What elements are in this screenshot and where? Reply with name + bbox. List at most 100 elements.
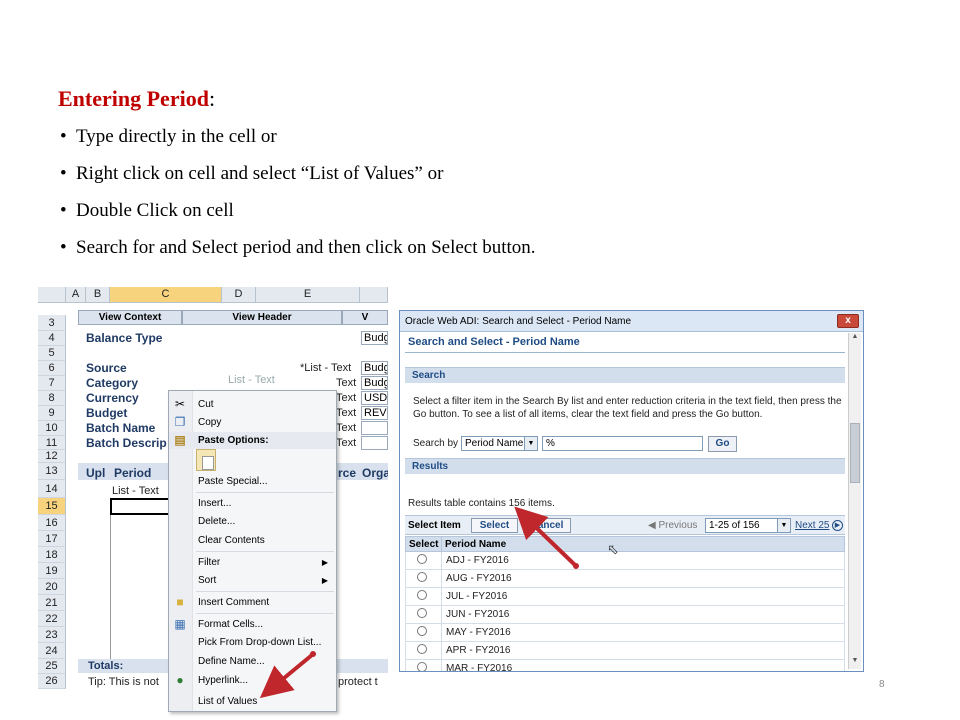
menu-item-define-name[interactable]: Define Name... [169, 653, 336, 670]
category-text-fragment: Text [336, 377, 357, 389]
value-source[interactable]: Budg [361, 361, 388, 375]
label-batch-name: Batch Name [86, 421, 156, 435]
next-link[interactable]: Next 25 [795, 520, 829, 531]
row-radio-button[interactable] [417, 590, 427, 600]
menu-item-cut[interactable]: ✂ Cut [169, 396, 336, 413]
row-radio-button[interactable] [417, 644, 427, 654]
menu-item-filter[interactable]: Filter ▶ [169, 554, 336, 571]
view-context-bar[interactable]: View Context [78, 310, 182, 325]
select-cell [405, 641, 442, 660]
scroll-down-icon[interactable]: ▼ [849, 657, 861, 669]
value-currency[interactable]: USD [361, 391, 388, 405]
row-header[interactable]: 14 [38, 480, 66, 498]
column-header-b[interactable]: B [86, 287, 110, 303]
menu-item-insert[interactable]: Insert... [169, 495, 336, 512]
row-header[interactable]: 10 [38, 421, 66, 436]
menu-item-format-cells[interactable]: ▦ Format Cells... [169, 616, 336, 633]
row-radio-button[interactable] [417, 626, 427, 636]
row-header[interactable]: 21 [38, 595, 66, 611]
go-button[interactable]: Go [708, 436, 737, 452]
table-row[interactable]: JUL - FY2016 [405, 587, 845, 606]
row-header[interactable]: 17 [38, 531, 66, 547]
value-batch-description[interactable] [361, 436, 388, 450]
column-header-c[interactable]: C [110, 287, 222, 303]
column-header-next[interactable] [360, 287, 388, 303]
heading-colon: : [208, 86, 216, 111]
corner-cell[interactable] [38, 287, 66, 303]
menu-item-label: Paste Options: [198, 435, 269, 446]
row-header[interactable]: 16 [38, 515, 66, 531]
row-header[interactable]: 15 [38, 498, 66, 515]
row-header[interactable]: 12 [38, 450, 66, 463]
paste-option-icon[interactable] [196, 449, 216, 471]
scroll-thumb[interactable] [850, 423, 860, 483]
row-header[interactable]: 8 [38, 391, 66, 406]
row-header[interactable]: 20 [38, 579, 66, 595]
menu-item-insert-comment[interactable]: ■ Insert Comment [169, 594, 336, 611]
row-radio-button[interactable] [417, 572, 427, 582]
menu-item-clear-contents[interactable]: Clear Contents [169, 532, 336, 549]
view-extra-bar[interactable]: V [342, 310, 388, 325]
menu-item-delete[interactable]: Delete... [169, 513, 336, 530]
row-header[interactable]: 26 [38, 674, 66, 689]
row-radio-button[interactable] [417, 662, 427, 671]
table-row[interactable]: JUN - FY2016 [405, 605, 845, 624]
previous-link[interactable]: ◀ Previous [648, 520, 697, 531]
search-by-select[interactable]: Period Name ▼ [461, 436, 538, 451]
row-header[interactable]: 7 [38, 376, 66, 391]
menu-item-hyperlink[interactable]: ● Hyperlink... [169, 672, 336, 689]
menu-item-label: Hyperlink... [198, 675, 249, 686]
table-row[interactable]: ADJ - FY2016 [405, 551, 845, 570]
row-header[interactable]: 25 [38, 659, 66, 674]
table-row[interactable]: APR - FY2016 [405, 641, 845, 660]
source-list-text: *List - Text [300, 362, 352, 374]
row-header[interactable]: 6 [38, 361, 66, 376]
bullet-text: Right click on cell and select “List of … [76, 163, 444, 184]
menu-item-list-of-values[interactable]: List of Values [169, 693, 336, 710]
row-header[interactable]: 24 [38, 643, 66, 659]
value-category[interactable]: Budg [361, 376, 388, 390]
row-header[interactable]: 11 [38, 436, 66, 450]
bullet-item: • Double Click on cell [60, 196, 536, 233]
select-button[interactable]: Select [471, 518, 518, 533]
column-header-d[interactable]: D [222, 287, 256, 303]
row-radio-button[interactable] [417, 554, 427, 564]
menu-item-paste-special[interactable]: Paste Special... [169, 473, 336, 490]
row-header[interactable]: 5 [38, 346, 66, 361]
close-button[interactable]: x [837, 314, 859, 328]
tip-text-right: protect t [338, 676, 378, 688]
row-header[interactable]: 19 [38, 563, 66, 579]
row-header[interactable]: 22 [38, 611, 66, 627]
menu-item-sort[interactable]: Sort ▶ [169, 572, 336, 589]
next-arrow-icon[interactable]: ▶ [832, 520, 843, 531]
page-number: 8 [879, 679, 885, 690]
cancel-button[interactable]: Cancel [523, 518, 571, 533]
view-header-bar[interactable]: View Header [182, 310, 342, 325]
column-header-period-name[interactable]: Period Name [441, 536, 845, 552]
table-row[interactable]: MAY - FY2016 [405, 623, 845, 642]
row-header[interactable]: 9 [38, 406, 66, 421]
menu-item-copy[interactable]: ❐ Copy [169, 414, 336, 431]
column-header-select[interactable]: Select [405, 536, 442, 552]
column-header-a[interactable]: A [66, 287, 86, 303]
table-row[interactable]: MAR - FY2016 [405, 659, 845, 671]
value-batch-name[interactable] [361, 421, 388, 435]
row-header[interactable]: 13 [38, 463, 66, 480]
label-upl: Upl [86, 466, 106, 480]
value-balance-type[interactable]: Budg [361, 331, 388, 345]
table-row[interactable]: AUG - FY2016 [405, 569, 845, 588]
row-radio-button[interactable] [417, 608, 427, 618]
page-range-select[interactable]: 1-25 of 156 ▼ [705, 518, 791, 533]
search-text-input[interactable]: % [542, 436, 703, 451]
bullet-text: Double Click on cell [76, 200, 234, 221]
value-budget[interactable]: REVI [361, 406, 388, 420]
column-header-e[interactable]: E [256, 287, 360, 303]
vertical-scrollbar[interactable]: ▲ ▼ [848, 333, 861, 669]
row-header[interactable]: 23 [38, 627, 66, 643]
row-header[interactable]: 4 [38, 331, 66, 346]
menu-item-pick-from-list[interactable]: Pick From Drop-down List... [169, 634, 336, 651]
scroll-up-icon[interactable]: ▲ [849, 333, 861, 345]
chevron-down-icon: ▼ [524, 437, 537, 450]
row-header[interactable]: 3 [38, 315, 66, 331]
row-header[interactable]: 18 [38, 547, 66, 563]
